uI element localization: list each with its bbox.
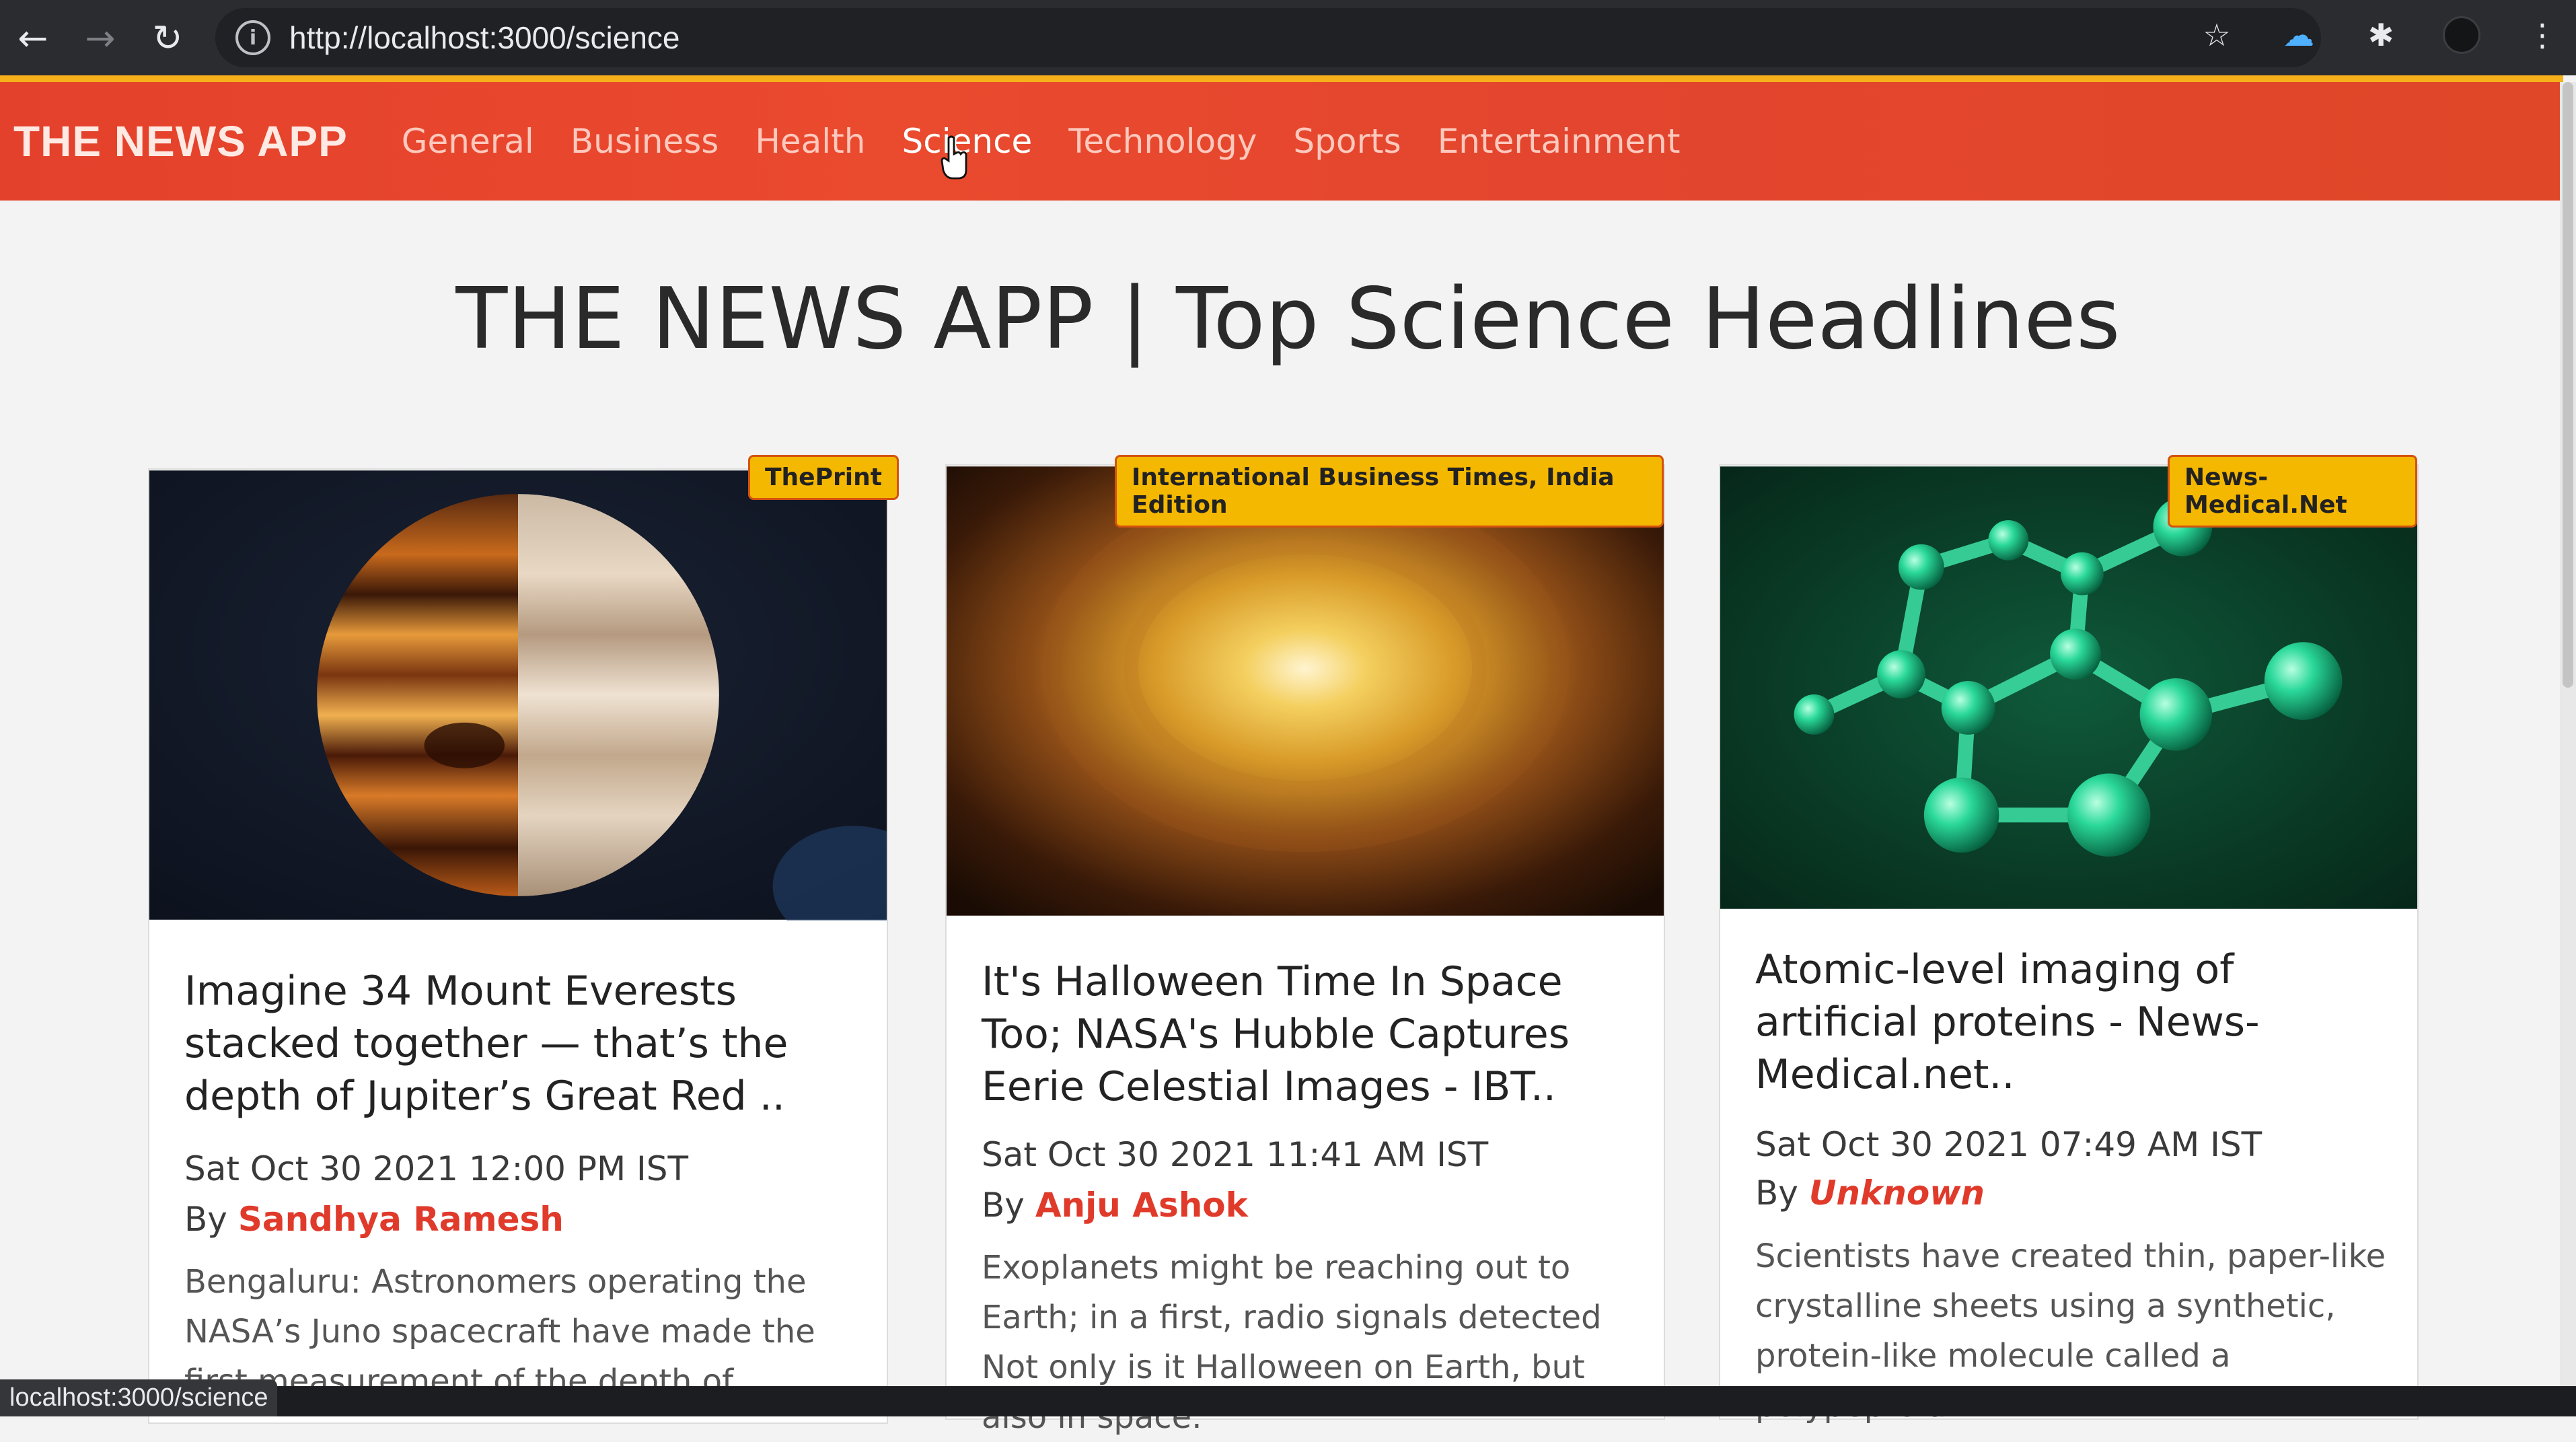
- card-date: Sat Oct 30 2021 12:00 PM IST: [184, 1149, 689, 1188]
- card-author-line: By Anju Ashok: [982, 1186, 1248, 1225]
- browser-extension-area: ☆ ☁ ✱ ⋮: [2197, 15, 2563, 55]
- bookmark-star-icon[interactable]: ☆: [2197, 15, 2237, 55]
- by-label: By: [184, 1200, 227, 1239]
- nav-link-business[interactable]: Business: [571, 122, 719, 161]
- news-card-3: News-Medical.Net Atomic-level imaging of…: [1719, 455, 2419, 1425]
- profile-avatar[interactable]: [2443, 16, 2480, 54]
- screen-bottom-edge: [0, 1386, 2576, 1416]
- back-icon[interactable]: ←: [9, 14, 57, 61]
- nav-link-sports[interactable]: Sports: [1293, 122, 1401, 161]
- card-title[interactable]: Imagine 34 Mount Everests stacked togeth…: [184, 965, 860, 1122]
- card-author-line: By Unknown: [1755, 1174, 1985, 1213]
- card-author: Unknown: [1808, 1174, 1985, 1213]
- weather-icon[interactable]: ☁: [2279, 15, 2319, 55]
- nav-link-technology[interactable]: Technology: [1068, 122, 1257, 161]
- address-bar[interactable]: i http://localhost:3000/science: [215, 8, 2321, 67]
- card-date: Sat Oct 30 2021 07:49 AM IST: [1755, 1125, 2262, 1164]
- news-card-2: International Business Times, India Edit…: [945, 455, 1665, 1436]
- card-author: Sandhya Ramesh: [237, 1200, 564, 1239]
- news-card-1: ThePrint Imagine 34 Mount Everests stack…: [148, 455, 899, 1424]
- card-title[interactable]: It's Halloween Time In Space Too; NASA's…: [982, 956, 1637, 1113]
- source-badge: International Business Times, India Edit…: [1115, 455, 1664, 528]
- card-description: Bengaluru: Astronomers operating the NAS…: [184, 1263, 815, 1400]
- nav-link-entertainment[interactable]: Entertainment: [1438, 122, 1681, 161]
- forward-icon[interactable]: →: [77, 14, 124, 61]
- app-navbar: THE NEWS APP General Business Health Sci…: [0, 82, 2560, 201]
- card-title[interactable]: Atomic-level imaging of artificial prote…: [1755, 943, 2390, 1101]
- nav-link-health[interactable]: Health: [755, 122, 865, 161]
- url-text[interactable]: http://localhost:3000/science: [289, 20, 679, 56]
- status-bar-url: localhost:3000/science: [0, 1379, 278, 1416]
- accent-divider: [0, 75, 2563, 82]
- jupiter-image[interactable]: [149, 470, 887, 921]
- scroll-thumb[interactable]: [2563, 82, 2573, 688]
- card-date: Sat Oct 30 2021 11:41 AM IST: [982, 1135, 1489, 1174]
- nav-link-general[interactable]: General: [402, 122, 534, 161]
- nebula-image[interactable]: [947, 466, 1664, 916]
- site-info-icon[interactable]: i: [235, 20, 270, 55]
- by-label: By: [982, 1186, 1025, 1225]
- by-label: By: [1755, 1174, 1798, 1213]
- hand-cursor-icon: [941, 135, 967, 180]
- browser-toolbar: ← → ↻ i http://localhost:3000/science ☆ …: [0, 0, 2576, 75]
- page-title: THE NEWS APP | Top Science Headlines: [455, 269, 2121, 368]
- menu-kebab-icon[interactable]: ⋮: [2522, 15, 2563, 55]
- molecule-image[interactable]: [1720, 466, 2417, 910]
- card-author: Anju Ashok: [1035, 1186, 1248, 1225]
- reload-icon[interactable]: ↻: [144, 14, 191, 61]
- source-badge: News-Medical.Net: [2168, 455, 2417, 528]
- brand-logo[interactable]: THE NEWS APP: [13, 116, 348, 166]
- card-author-line: By Sandhya Ramesh: [184, 1200, 564, 1239]
- extensions-puzzle-icon[interactable]: ✱: [2361, 15, 2401, 55]
- source-badge: ThePrint: [748, 455, 899, 500]
